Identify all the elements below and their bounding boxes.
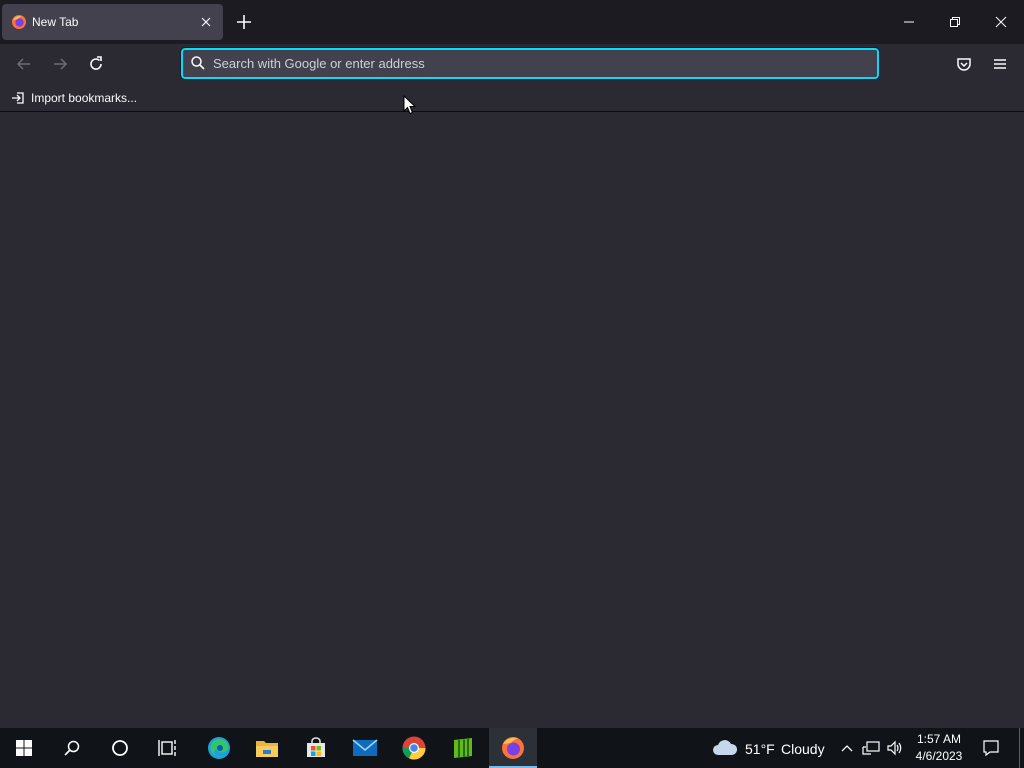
- volume-button[interactable]: [885, 738, 905, 758]
- folder-icon: [256, 741, 278, 757]
- search-icon: [64, 740, 80, 756]
- hamburger-menu-icon: [994, 59, 1006, 69]
- file-explorer-taskbar-button[interactable]: [243, 728, 291, 768]
- tab-title: New Tab: [32, 15, 79, 29]
- cortana-button[interactable]: [96, 728, 144, 768]
- network-button[interactable]: [861, 738, 881, 758]
- arrow-left-icon: [16, 58, 30, 70]
- show-hidden-icons-button[interactable]: [837, 738, 857, 758]
- weather-condition[interactable]: Cloudy: [781, 741, 825, 757]
- close-window-button[interactable]: [978, 0, 1024, 44]
- green-app-taskbar-button[interactable]: [439, 728, 487, 768]
- store-taskbar-button[interactable]: [292, 728, 340, 768]
- minimize-button[interactable]: [886, 0, 932, 44]
- mail-taskbar-button[interactable]: [341, 728, 389, 768]
- import-bookmarks-label: Import bookmarks...: [31, 91, 138, 105]
- chrome-icon: [402, 736, 426, 760]
- mouse-cursor-icon: [403, 95, 417, 115]
- clock-date: 4/6/2023: [915, 749, 963, 763]
- restore-icon: [950, 17, 960, 27]
- address-bar[interactable]: [180, 47, 880, 80]
- mail-envelope-icon: [352, 739, 378, 756]
- pocket-icon: [957, 58, 971, 71]
- cortana-circle-icon: [112, 740, 128, 756]
- action-center-button[interactable]: [981, 738, 1001, 758]
- navigation-toolbar: [0, 44, 1024, 84]
- import-bookmarks-button[interactable]: Import bookmarks...: [10, 88, 137, 108]
- chrome-taskbar-button[interactable]: [390, 728, 438, 768]
- arrow-right-icon: [54, 58, 68, 70]
- import-icon: [12, 92, 24, 104]
- title-bar: New Tab: [0, 0, 1024, 44]
- edge-taskbar-button[interactable]: [195, 728, 243, 768]
- taskbar: 51°F Cloudy 1:57 AM 4/6/2023: [0, 728, 1024, 768]
- start-button[interactable]: [0, 728, 48, 768]
- firefox-icon: [12, 15, 26, 29]
- task-view-icon: [158, 740, 176, 756]
- network-icon: [862, 741, 880, 755]
- speaker-icon: [887, 740, 902, 756]
- edge-icon: [208, 737, 230, 759]
- pocket-button[interactable]: [952, 52, 976, 76]
- clock-time: 1:57 AM: [916, 732, 962, 746]
- show-desktop-button[interactable]: [1019, 728, 1020, 768]
- green-bars-app-icon: [454, 738, 472, 758]
- firefox-icon: [502, 737, 524, 759]
- close-icon: [995, 16, 1007, 28]
- clock[interactable]: 1:57 AM 4/6/2023: [908, 731, 970, 765]
- chevron-up-icon: [841, 745, 853, 752]
- back-button[interactable]: [12, 52, 36, 76]
- notification-icon: [983, 740, 999, 757]
- weather-temperature[interactable]: 51°F: [745, 741, 775, 757]
- forward-button[interactable]: [48, 52, 72, 76]
- new-tab-plus-icon[interactable]: [232, 10, 256, 34]
- bookmarks-toolbar: Import bookmarks...: [0, 84, 1024, 112]
- menu-button[interactable]: [988, 52, 1012, 76]
- close-tab-icon[interactable]: [199, 15, 213, 29]
- address-input[interactable]: [213, 53, 853, 74]
- tab-new-tab[interactable]: New Tab: [2, 4, 223, 40]
- windows-logo-icon: [16, 740, 32, 756]
- minimize-icon: [904, 21, 914, 23]
- task-view-button[interactable]: [144, 728, 192, 768]
- reload-button[interactable]: [84, 52, 108, 76]
- search-icon: [191, 56, 205, 70]
- store-bag-icon: [307, 737, 325, 757]
- restore-button[interactable]: [932, 0, 978, 44]
- page-content: [0, 113, 1024, 728]
- taskbar-search-button[interactable]: [48, 728, 96, 768]
- firefox-taskbar-button[interactable]: [489, 728, 537, 768]
- reload-icon: [90, 56, 102, 70]
- cloud-weather-icon: [713, 740, 738, 755]
